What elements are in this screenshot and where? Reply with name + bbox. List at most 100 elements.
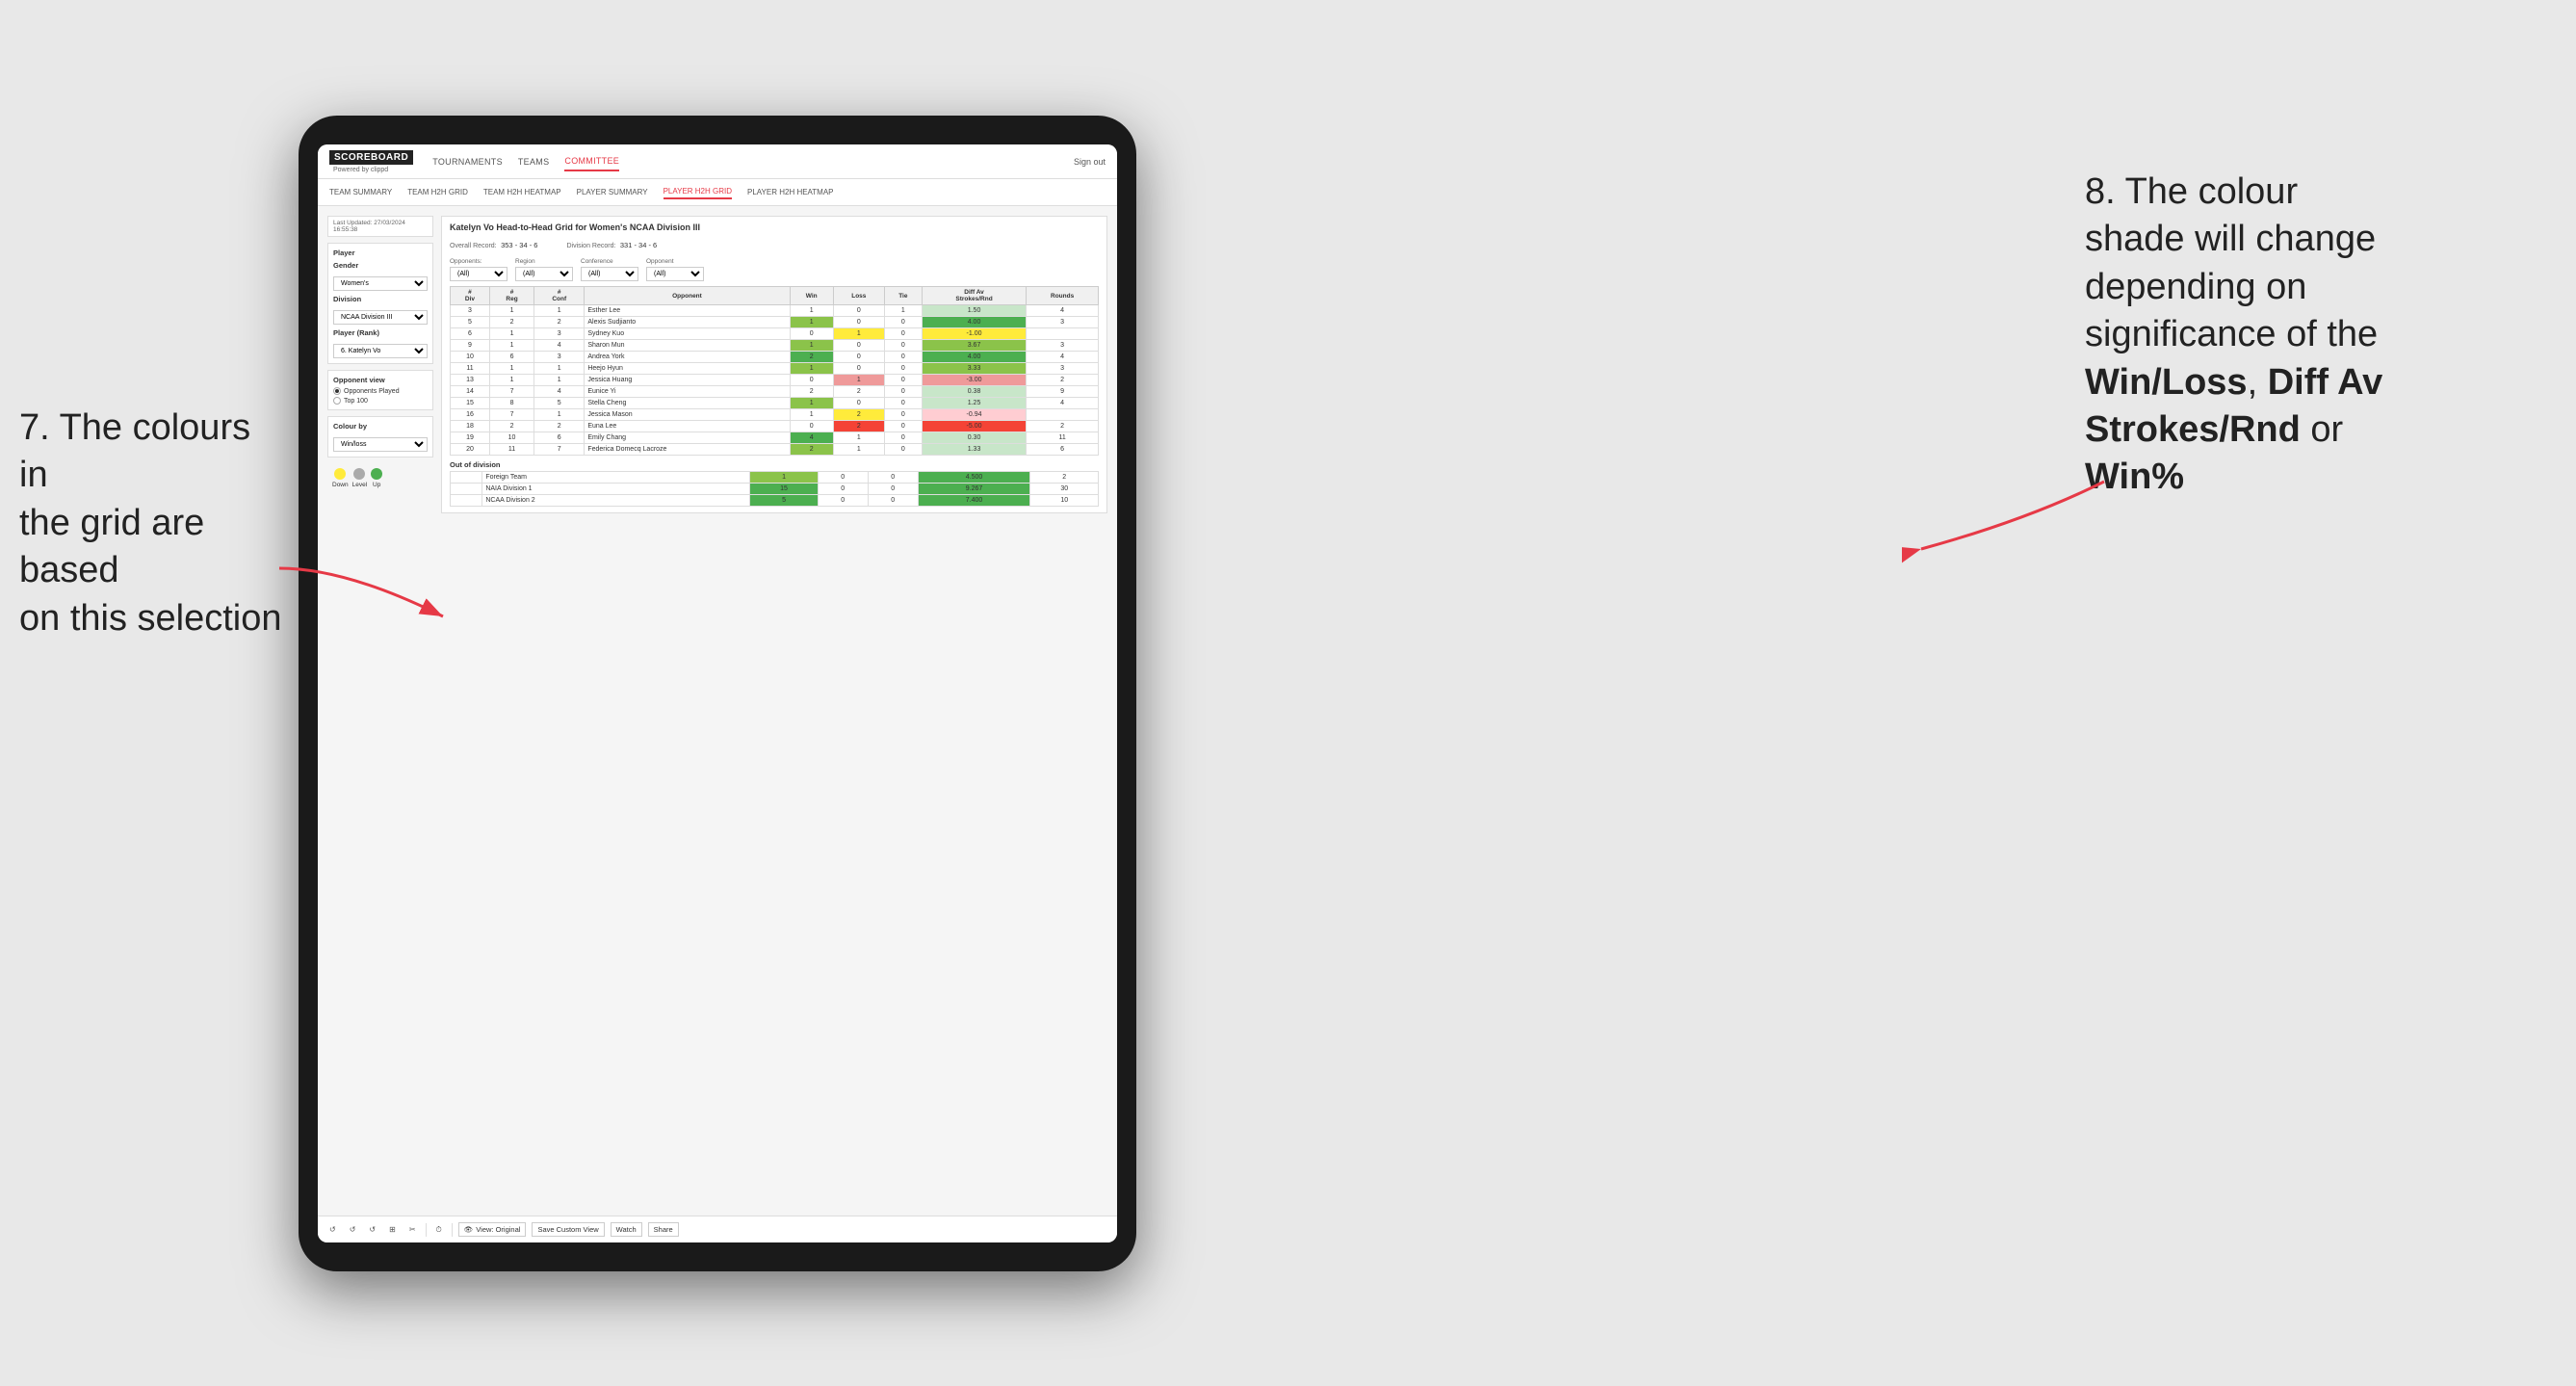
table-row: 13 1 1 Jessica Huang 0 1 0 -3.00 2	[451, 375, 1099, 386]
player-section: Player Gender Women's Division NCAA Divi…	[327, 243, 433, 364]
opponents-select[interactable]: (All)	[450, 267, 507, 281]
last-updated: Last Updated: 27/03/2024 16:55:38	[327, 216, 433, 237]
arrow-right-svg	[1902, 472, 2114, 568]
sub-nav-player-h2h-grid[interactable]: PLAYER H2H GRID	[664, 185, 732, 199]
legend-level-dot	[353, 468, 365, 480]
app-header: SCOREBOARD Powered by clippd TOURNAMENTS…	[318, 144, 1117, 179]
main-content: Last Updated: 27/03/2024 16:55:38 Player…	[318, 206, 1117, 1216]
left-panel: Last Updated: 27/03/2024 16:55:38 Player…	[327, 216, 433, 1206]
toolbar: ↺ ↺ ↺ ⊞ ✂ ⏱ 👁 View: Original Save Custom…	[318, 1216, 1117, 1242]
legend-up: Up	[371, 468, 382, 488]
grid-title-section: Katelyn Vo Head-to-Head Grid for Women's…	[441, 216, 1107, 513]
table-row: 14 7 4 Eunice Yi 2 2 0 0.38 9	[451, 386, 1099, 398]
annotation-right: 8. The colour shade will change dependin…	[2085, 169, 2557, 502]
annotation-left: 7. The colours in the grid are based on …	[19, 405, 289, 642]
right-content: Katelyn Vo Head-to-Head Grid for Women's…	[441, 216, 1107, 1206]
clock-btn[interactable]: ⏱	[432, 1223, 446, 1237]
division-select[interactable]: NCAA Division III	[333, 310, 428, 325]
colour-by-label: Colour by	[333, 422, 428, 431]
radio-opponents-played[interactable]: Opponents Played	[333, 387, 428, 395]
opponent-view-label: Opponent view	[333, 376, 428, 384]
table-row: Foreign Team 1 0 0 4.500 2	[451, 472, 1099, 484]
back-btn[interactable]: ↺	[365, 1223, 379, 1236]
table-row: 18 2 2 Euna Lee 0 2 0 -5.00 2	[451, 421, 1099, 432]
grid-title: Katelyn Vo Head-to-Head Grid for Women's…	[450, 222, 1099, 232]
opponents-filter: Opponents: (All)	[450, 258, 507, 281]
main-data-table: #Div #Reg #Conf Opponent Win Loss Tie Di…	[450, 286, 1099, 456]
table-row: 3 1 1 Esther Lee 1 0 1 1.50 4	[451, 305, 1099, 317]
table-row: NCAA Division 2 5 0 0 7.400 10	[451, 495, 1099, 507]
table-row: 11 1 1 Heejo Hyun 1 0 0 3.33 3	[451, 363, 1099, 375]
col-loss: Loss	[833, 287, 884, 305]
opponent-filter: Opponent (All)	[646, 258, 704, 281]
gender-select[interactable]: Women's	[333, 276, 428, 291]
out-of-division-table: Foreign Team 1 0 0 4.500 2 NAIA Division…	[450, 471, 1099, 507]
table-row: 9 1 4 Sharon Mun 1 0 0 3.67 3	[451, 340, 1099, 352]
logo-subtitle: Powered by clippd	[333, 167, 413, 173]
radio-dot-1	[333, 387, 341, 395]
legend-level: Level	[352, 468, 368, 488]
sub-nav-team-h2h-heatmap[interactable]: TEAM H2H HEATMAP	[483, 186, 561, 198]
player-rank-select[interactable]: 6. Katelyn Vo	[333, 344, 428, 358]
player-label: Player	[333, 248, 428, 257]
colour-by-section: Colour by Win/loss	[327, 416, 433, 458]
col-div: #Div	[451, 287, 490, 305]
divider-2	[452, 1223, 453, 1237]
legend-down-label: Down	[332, 482, 349, 488]
watch-btn[interactable]: Watch	[611, 1222, 642, 1237]
grid-records: Overall Record: 353 - 34 - 6 Division Re…	[450, 235, 1099, 252]
legend-up-label: Up	[373, 482, 380, 488]
nav-teams[interactable]: TEAMS	[518, 153, 550, 170]
col-rounds: Rounds	[1027, 287, 1099, 305]
opponent-view-section: Opponent view Opponents Played Top 100	[327, 370, 433, 410]
legend-level-label: Level	[352, 482, 368, 488]
redo-btn[interactable]: ↺	[346, 1223, 360, 1236]
opponent-view-radios: Opponents Played Top 100	[333, 387, 428, 405]
col-tie: Tie	[884, 287, 922, 305]
copy-btn[interactable]: ⊞	[385, 1223, 400, 1236]
legend-down: Down	[332, 468, 349, 488]
table-row: 5 2 2 Alexis Sudjianto 1 0 0 4.00 3	[451, 317, 1099, 328]
table-row: NAIA Division 1 15 0 0 9.267 30	[451, 484, 1099, 495]
col-opponent: Opponent	[585, 287, 790, 305]
player-rank-label: Player (Rank)	[333, 328, 428, 337]
sub-nav: TEAM SUMMARY TEAM H2H GRID TEAM H2H HEAT…	[318, 179, 1117, 206]
opponent-select[interactable]: (All)	[646, 267, 704, 281]
col-reg: #Reg	[489, 287, 533, 305]
share-btn[interactable]: Share	[648, 1222, 679, 1237]
tablet-frame: SCOREBOARD Powered by clippd TOURNAMENTS…	[299, 116, 1136, 1271]
sign-out-link[interactable]: Sign out	[1074, 157, 1106, 167]
table-row: 19 10 6 Emily Chang 4 1 0 0.30 11	[451, 432, 1099, 444]
radio-dot-2	[333, 397, 341, 405]
out-of-division-header: Out of division	[450, 456, 1099, 471]
sub-nav-player-h2h-heatmap[interactable]: PLAYER H2H HEATMAP	[747, 186, 834, 198]
colour-by-select[interactable]: Win/loss	[333, 437, 428, 452]
filters-row: Opponents: (All) Region (All)	[450, 258, 1099, 281]
col-diff: Diff AvStrokes/Rnd	[922, 287, 1026, 305]
gender-label: Gender	[333, 261, 428, 270]
nav-tournaments[interactable]: TOURNAMENTS	[432, 153, 503, 170]
view-original-btn[interactable]: 👁 View: Original	[458, 1222, 527, 1237]
nav-committee[interactable]: COMMITTEE	[564, 152, 619, 171]
cut-btn[interactable]: ✂	[405, 1223, 420, 1236]
table-row: 15 8 5 Stella Cheng 1 0 0 1.25 4	[451, 398, 1099, 409]
conference-filter: Conference (All)	[581, 258, 638, 281]
app-logo: SCOREBOARD	[329, 150, 413, 165]
sub-nav-team-summary[interactable]: TEAM SUMMARY	[329, 186, 392, 198]
legend-up-dot	[371, 468, 382, 480]
radio-top100[interactable]: Top 100	[333, 397, 428, 405]
conference-select[interactable]: (All)	[581, 267, 638, 281]
region-select[interactable]: (All)	[515, 267, 573, 281]
sub-nav-team-h2h-grid[interactable]: TEAM H2H GRID	[407, 186, 468, 198]
logo-wrapper: SCOREBOARD Powered by clippd	[329, 150, 413, 173]
arrow-left-svg	[270, 559, 462, 636]
sub-nav-player-summary[interactable]: PLAYER SUMMARY	[577, 186, 648, 198]
col-conf: #Conf	[534, 287, 585, 305]
divider-1	[426, 1223, 427, 1237]
table-row: 20 11 7 Federica Domecq Lacroze 2 1 0 1.…	[451, 444, 1099, 456]
col-win: Win	[790, 287, 833, 305]
save-custom-view-btn[interactable]: Save Custom View	[532, 1222, 604, 1237]
undo-btn[interactable]: ↺	[325, 1223, 340, 1236]
table-row: 16 7 1 Jessica Mason 1 2 0 -0.94	[451, 409, 1099, 421]
region-filter: Region (All)	[515, 258, 573, 281]
